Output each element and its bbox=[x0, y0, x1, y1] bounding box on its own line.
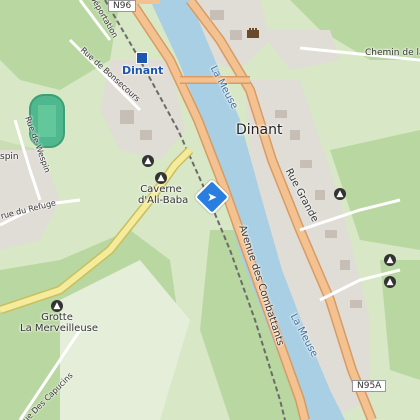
poi-grotte-la-merveilleuse[interactable]: ▲ Grotte La Merveilleuse bbox=[20, 300, 99, 334]
road-shield-n95a: N95A bbox=[352, 380, 387, 392]
road-shield-n96: N96 bbox=[108, 0, 137, 12]
street-label-chemin: Chemin de la C bbox=[365, 48, 420, 58]
station-label: Dinant bbox=[122, 64, 164, 77]
cave-icon: ▲ bbox=[155, 172, 167, 184]
poi-caverne-ali-baba[interactable]: ▲ Caverne d'Ali-Baba bbox=[138, 172, 189, 206]
poi-label-line2: d'Ali-Baba bbox=[138, 195, 189, 206]
cave-icon[interactable]: ▲ bbox=[384, 254, 396, 266]
poi-label-line2: La Merveilleuse bbox=[20, 323, 99, 334]
map-view[interactable]: N96 N95A Dinant Dinant La Meuse La Meuse… bbox=[0, 0, 420, 420]
castle-icon[interactable] bbox=[246, 26, 260, 38]
station-icon[interactable] bbox=[136, 52, 148, 64]
cave-icon: ▲ bbox=[51, 300, 63, 312]
cave-icon[interactable]: ▲ bbox=[142, 155, 154, 167]
place-label-wespin: spin bbox=[0, 152, 19, 162]
poi-label-line1: Grotte bbox=[41, 312, 73, 323]
cave-icon[interactable]: ▲ bbox=[334, 188, 346, 200]
sports-field bbox=[38, 105, 56, 137]
cave-icon[interactable]: ▲ bbox=[384, 276, 396, 288]
town-label: Dinant bbox=[236, 122, 283, 138]
poi-label-line1: Caverne bbox=[140, 184, 182, 195]
